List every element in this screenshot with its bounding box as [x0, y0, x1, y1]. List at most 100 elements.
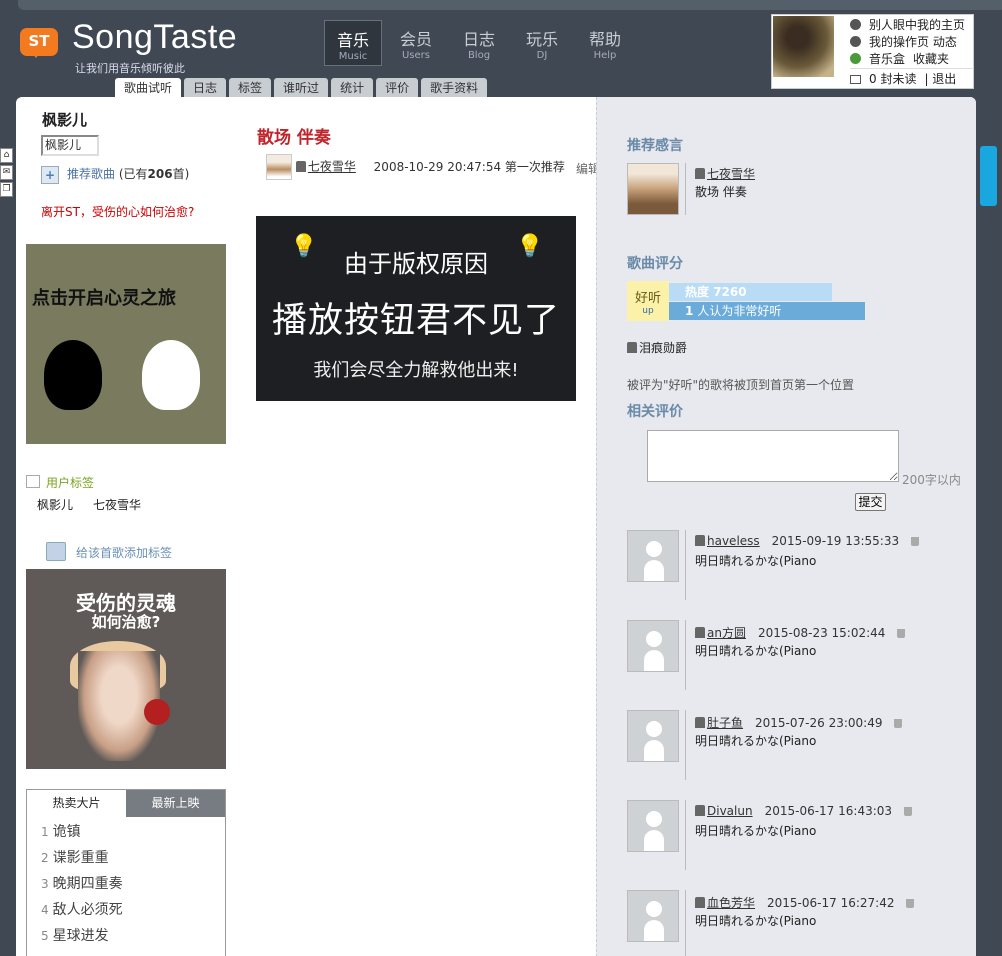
rank: 4 — [41, 903, 49, 917]
user-icon — [850, 36, 861, 47]
ad-banner-journey[interactable]: 点击开启心灵之旅 — [26, 244, 226, 444]
rank: 1 — [41, 825, 49, 839]
user-avatar[interactable] — [773, 16, 834, 77]
list-item[interactable]: 3 晚期四重奏 — [41, 871, 225, 897]
ad-text: 点击开启心灵之旅 — [32, 288, 176, 309]
vote-text: 人认为非常好听 — [697, 304, 782, 318]
commenter-link[interactable]: 血色芳华 — [707, 896, 755, 910]
tab-blog[interactable]: 日志 — [184, 78, 227, 97]
tab-new[interactable]: 最新上映 — [126, 790, 225, 817]
review-input[interactable] — [647, 430, 899, 482]
plus-icon[interactable]: + — [41, 165, 59, 184]
leave-st-link[interactable]: 离开ST，受伤的心如何治愈? — [41, 203, 194, 220]
list-item[interactable]: 5 星球进发 — [41, 923, 225, 949]
trash-icon[interactable] — [906, 899, 915, 908]
recommend-link[interactable]: 推荐歌曲 — [67, 167, 115, 181]
logout-link[interactable]: | 退出 — [924, 72, 956, 86]
ad-banner-soul[interactable]: 受伤的灵魂 如何治愈? — [26, 569, 226, 769]
commenter-avatar[interactable] — [627, 710, 679, 762]
user-link-label: 别人眼中我的主页 — [869, 18, 966, 32]
comment-item: Divalun 2015-06-17 16:43:03 明日晴れるかな(Piano — [627, 800, 957, 870]
logo[interactable]: ST — [20, 28, 58, 58]
tag-item[interactable]: 七夜雪华 — [93, 498, 141, 512]
recommender-avatar[interactable] — [266, 154, 292, 180]
movie-box: 热卖大片 最新上映 1 诡镇 2 谍影重重 3 晚期四重奏 4 敌人必须死 5 星球进发 — [26, 789, 226, 956]
tab-listeners[interactable]: 谁听过 — [274, 78, 329, 97]
user-link-mail[interactable]: 0 封未读 | 退出 — [850, 68, 974, 87]
feedback-tab[interactable] — [980, 146, 997, 206]
song-tabs: 歌曲试听 日志 标签 谁听过 统计 评价 歌手资料 — [115, 78, 490, 97]
divider — [685, 163, 686, 215]
tab-reviews[interactable]: 评价 — [376, 78, 419, 97]
tab-artist-info[interactable]: 歌手资料 — [421, 78, 488, 97]
list-item[interactable]: 2 谍影重重 — [41, 845, 225, 871]
tab-hot[interactable]: 热卖大片 — [27, 790, 126, 817]
brand-name[interactable]: SongTaste — [72, 18, 237, 57]
user-link-music-box[interactable]: 音乐盒 收藏夹 — [850, 50, 957, 67]
mail-icon[interactable]: ✉ — [0, 165, 13, 180]
tab-tags[interactable]: 标签 — [229, 78, 272, 97]
rating-widget: 好听 up 热度 7260 1 人认为非常好听 — [627, 281, 867, 321]
commenter-avatar[interactable] — [627, 890, 679, 942]
rank: 5 — [41, 929, 49, 943]
unread-mail-link[interactable]: 0 封未读 — [869, 72, 916, 86]
nav-blog[interactable]: 日志 Blog — [450, 20, 508, 66]
add-tag-link[interactable]: 给该首歌添加标签 — [46, 542, 172, 561]
home-icon[interactable]: ⌂ — [0, 148, 13, 163]
commenter-link[interactable]: an方圆 — [707, 626, 746, 640]
user-icon — [295, 160, 306, 172]
submit-button[interactable]: 提交 — [855, 493, 886, 511]
list-item[interactable]: 4 敌人必须死 — [41, 897, 225, 923]
recommend-count-suffix: 首) — [172, 167, 190, 181]
trash-icon[interactable] — [897, 629, 906, 638]
music-box-link[interactable]: 音乐盒 — [869, 52, 905, 66]
copy-icon[interactable]: ❐ — [0, 182, 13, 197]
voter-link[interactable]: 泪痕勋爵 — [627, 339, 687, 356]
nav-dj[interactable]: 玩乐 DJ — [513, 20, 571, 66]
tag-item[interactable]: 枫影儿 — [37, 498, 73, 512]
white-cat-image — [142, 340, 200, 410]
comment-text: 明日晴れるかな(Piano — [695, 734, 817, 748]
movie-title: 晚期四重奏 — [52, 876, 123, 892]
commenter-avatar[interactable] — [627, 620, 679, 672]
user-avatar-broken[interactable]: 枫影儿 — [41, 135, 99, 156]
rating-note: 被评为"好听"的歌将被顶到首页第一个位置 — [627, 378, 855, 392]
nav-sublabel: Help — [593, 50, 617, 61]
mail-icon — [850, 75, 861, 84]
recommend-count: 206 — [147, 167, 173, 181]
comment-text: 明日晴れるかな(Piano — [695, 914, 817, 928]
user-link-profile[interactable]: 别人眼中我的主页 — [850, 16, 973, 33]
nav-music[interactable]: 音乐 Music — [324, 20, 382, 66]
commenter-link[interactable]: Divalun — [707, 804, 753, 818]
tab-song-preview[interactable]: 歌曲试听 — [115, 78, 182, 97]
recommend-line: + 推荐歌曲 (已有206首) — [41, 165, 189, 184]
comment-item: haveless 2015-09-19 13:55:33 明日晴れるかな(Pian… — [627, 530, 957, 600]
commenter-avatar[interactable] — [627, 800, 679, 852]
nav-help[interactable]: 帮助 Help — [576, 20, 634, 66]
nav-users[interactable]: 会员 Users — [387, 20, 445, 66]
copyright-line: 由于版权原因 — [344, 250, 488, 278]
tab-stats[interactable]: 统计 — [331, 78, 374, 97]
username: 枫影儿 — [42, 111, 88, 129]
recommender-link[interactable]: 七夜雪华 — [308, 160, 356, 174]
good-label: 好听 — [634, 291, 661, 306]
recommender-link[interactable]: 七夜雪华 — [695, 165, 755, 182]
movie-title: 谍影重重 — [52, 850, 109, 866]
favorites-link[interactable]: 收藏夹 — [913, 52, 949, 66]
list-item[interactable]: 1 诡镇 — [41, 819, 225, 845]
commenter-link[interactable]: haveless — [707, 534, 760, 548]
trash-icon[interactable] — [911, 537, 920, 546]
recommend-title: 推荐感言 — [627, 138, 683, 154]
vote-count: 1 — [685, 304, 694, 318]
user-link-ops[interactable]: 我的操作页 动态 — [850, 33, 965, 50]
good-button[interactable]: 好听 up — [627, 281, 669, 321]
copyright-headline: 播放按钮君不见了 — [271, 301, 560, 341]
slogan: 让我们用音乐倾听彼此 — [75, 62, 185, 75]
commenter-avatar[interactable] — [627, 530, 679, 582]
rank: 2 — [41, 851, 49, 865]
trash-icon[interactable] — [904, 807, 913, 816]
recommender-avatar[interactable] — [627, 163, 679, 215]
user-icon — [695, 627, 705, 638]
trash-icon[interactable] — [894, 719, 903, 728]
commenter-link[interactable]: 肚子鱼 — [707, 716, 743, 730]
